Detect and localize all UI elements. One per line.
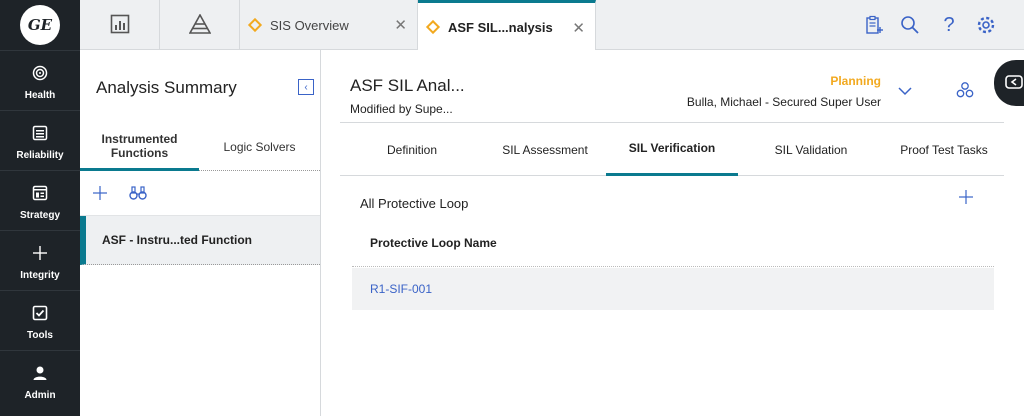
- nav-item-label: Admin: [24, 390, 56, 401]
- analysis-summary-panel: Analysis Summary ‹ Instrumented Function…: [80, 50, 321, 416]
- binoculars-icon[interactable]: [129, 185, 147, 204]
- tab-label: SIL Assessment: [502, 142, 588, 157]
- nav-item-label: Reliability: [16, 150, 64, 161]
- chevron-down-icon[interactable]: [898, 84, 912, 99]
- dashboard-icon: [110, 14, 130, 37]
- tab-label: SIS Overview: [270, 17, 349, 33]
- checkbox-icon: [30, 303, 50, 323]
- clipboard-add-icon[interactable]: [863, 14, 885, 36]
- ge-logo-icon: GE: [20, 5, 60, 45]
- nav-item-strategy[interactable]: Strategy: [0, 170, 80, 228]
- close-icon[interactable]: ✕: [394, 16, 407, 34]
- panel-title: Analysis Summary: [96, 78, 237, 97]
- list-item[interactable]: ASF - Instru...ted Function: [80, 216, 320, 265]
- tab-label: SIL Verification: [628, 141, 716, 155]
- main-content: ASF SIL Anal... Modified by Supe... Plan…: [322, 50, 1024, 416]
- tab-logic-solvers[interactable]: Logic Solvers: [199, 123, 320, 171]
- list-item-label: ASF - Instru...ted Function: [102, 233, 252, 247]
- nav-item-label: Integrity: [20, 270, 60, 281]
- tab-label: Logic Solvers: [223, 140, 296, 154]
- search-icon[interactable]: [899, 14, 921, 36]
- chevron-left-icon: ‹: [304, 81, 308, 93]
- nav-item-label: Tools: [27, 330, 53, 341]
- tab-pyramid[interactable]: [160, 0, 240, 50]
- tab-sil-validation[interactable]: SIL Validation: [738, 123, 884, 176]
- nav-item-label: Strategy: [19, 210, 60, 221]
- tab-definition[interactable]: Definition: [340, 123, 484, 176]
- nav-item-integrity[interactable]: Integrity: [0, 230, 80, 288]
- tab-label: Instrumented Functions: [101, 131, 178, 160]
- add-icon[interactable]: [92, 185, 108, 204]
- table-row[interactable]: R1-SIF-001: [352, 268, 994, 310]
- app-nav: GE Health Reliability Strategy Integrity…: [0, 0, 80, 416]
- diamond-icon: [425, 19, 441, 35]
- pyramid-icon: [188, 12, 211, 37]
- nav-item-reliability[interactable]: Reliability: [0, 110, 80, 168]
- user-icon: [30, 363, 50, 383]
- summary-toolbar: [80, 172, 320, 216]
- document-icon: [30, 183, 50, 203]
- record-tabs: Definition SIL Assessment SIL Verificati…: [340, 122, 1004, 176]
- top-bar: SIS Overview ✕ ASF SIL...nalysis ✕ ?: [80, 0, 1024, 51]
- tab-sil-assessment[interactable]: SIL Assessment: [484, 123, 606, 176]
- tab-label: SIL Validation: [774, 142, 848, 157]
- summary-tabs: Instrumented Functions Logic Solvers: [80, 123, 320, 171]
- expand-panel-button[interactable]: [994, 60, 1024, 106]
- record-subtitle: Modified by Supe...: [350, 102, 453, 116]
- nav-item-tools[interactable]: Tools: [0, 290, 80, 348]
- tab-instrumented-functions[interactable]: Instrumented Functions: [80, 123, 199, 171]
- gear-icon[interactable]: [975, 14, 997, 36]
- tab-sil-verification[interactable]: SIL Verification: [606, 123, 738, 176]
- record-title: ASF SIL Anal...: [350, 76, 465, 95]
- arrow-in-icon: [1005, 74, 1023, 92]
- protective-loop-link[interactable]: R1-SIF-001: [370, 282, 432, 296]
- list-icon: [30, 123, 50, 143]
- plus-icon: [30, 243, 50, 263]
- tab-dashboard[interactable]: [80, 0, 160, 50]
- state-label: Planning: [830, 74, 881, 88]
- close-icon[interactable]: ✕: [572, 19, 585, 37]
- tab-sis-overview[interactable]: SIS Overview ✕: [240, 0, 418, 50]
- nav-item-label: Health: [24, 90, 56, 101]
- column-header-protective-loop-name[interactable]: Protective Loop Name: [370, 236, 497, 250]
- target-icon: [30, 63, 50, 83]
- collapse-panel-button[interactable]: ‹: [298, 79, 314, 95]
- logo[interactable]: GE: [0, 0, 80, 50]
- state-user: Bulla, Michael - Secured Super User: [686, 95, 881, 109]
- tab-label: Definition: [386, 142, 438, 157]
- divider: [352, 266, 994, 267]
- help-icon[interactable]: ?: [938, 14, 960, 36]
- diamond-icon: [247, 17, 263, 33]
- nav-item-health[interactable]: Health: [0, 50, 80, 108]
- tab-label: ASF SIL...nalysis: [448, 19, 553, 35]
- tab-asf-sil-analysis[interactable]: ASF SIL...nalysis ✕: [418, 0, 596, 51]
- add-protective-loop-button[interactable]: [958, 189, 974, 208]
- tab-proof-test-tasks[interactable]: Proof Test Tasks: [884, 123, 1004, 176]
- nav-item-admin[interactable]: Admin: [0, 350, 80, 408]
- tab-label: Proof Test Tasks: [900, 142, 988, 157]
- relationships-icon[interactable]: [956, 81, 974, 102]
- section-title: All Protective Loop: [360, 196, 469, 211]
